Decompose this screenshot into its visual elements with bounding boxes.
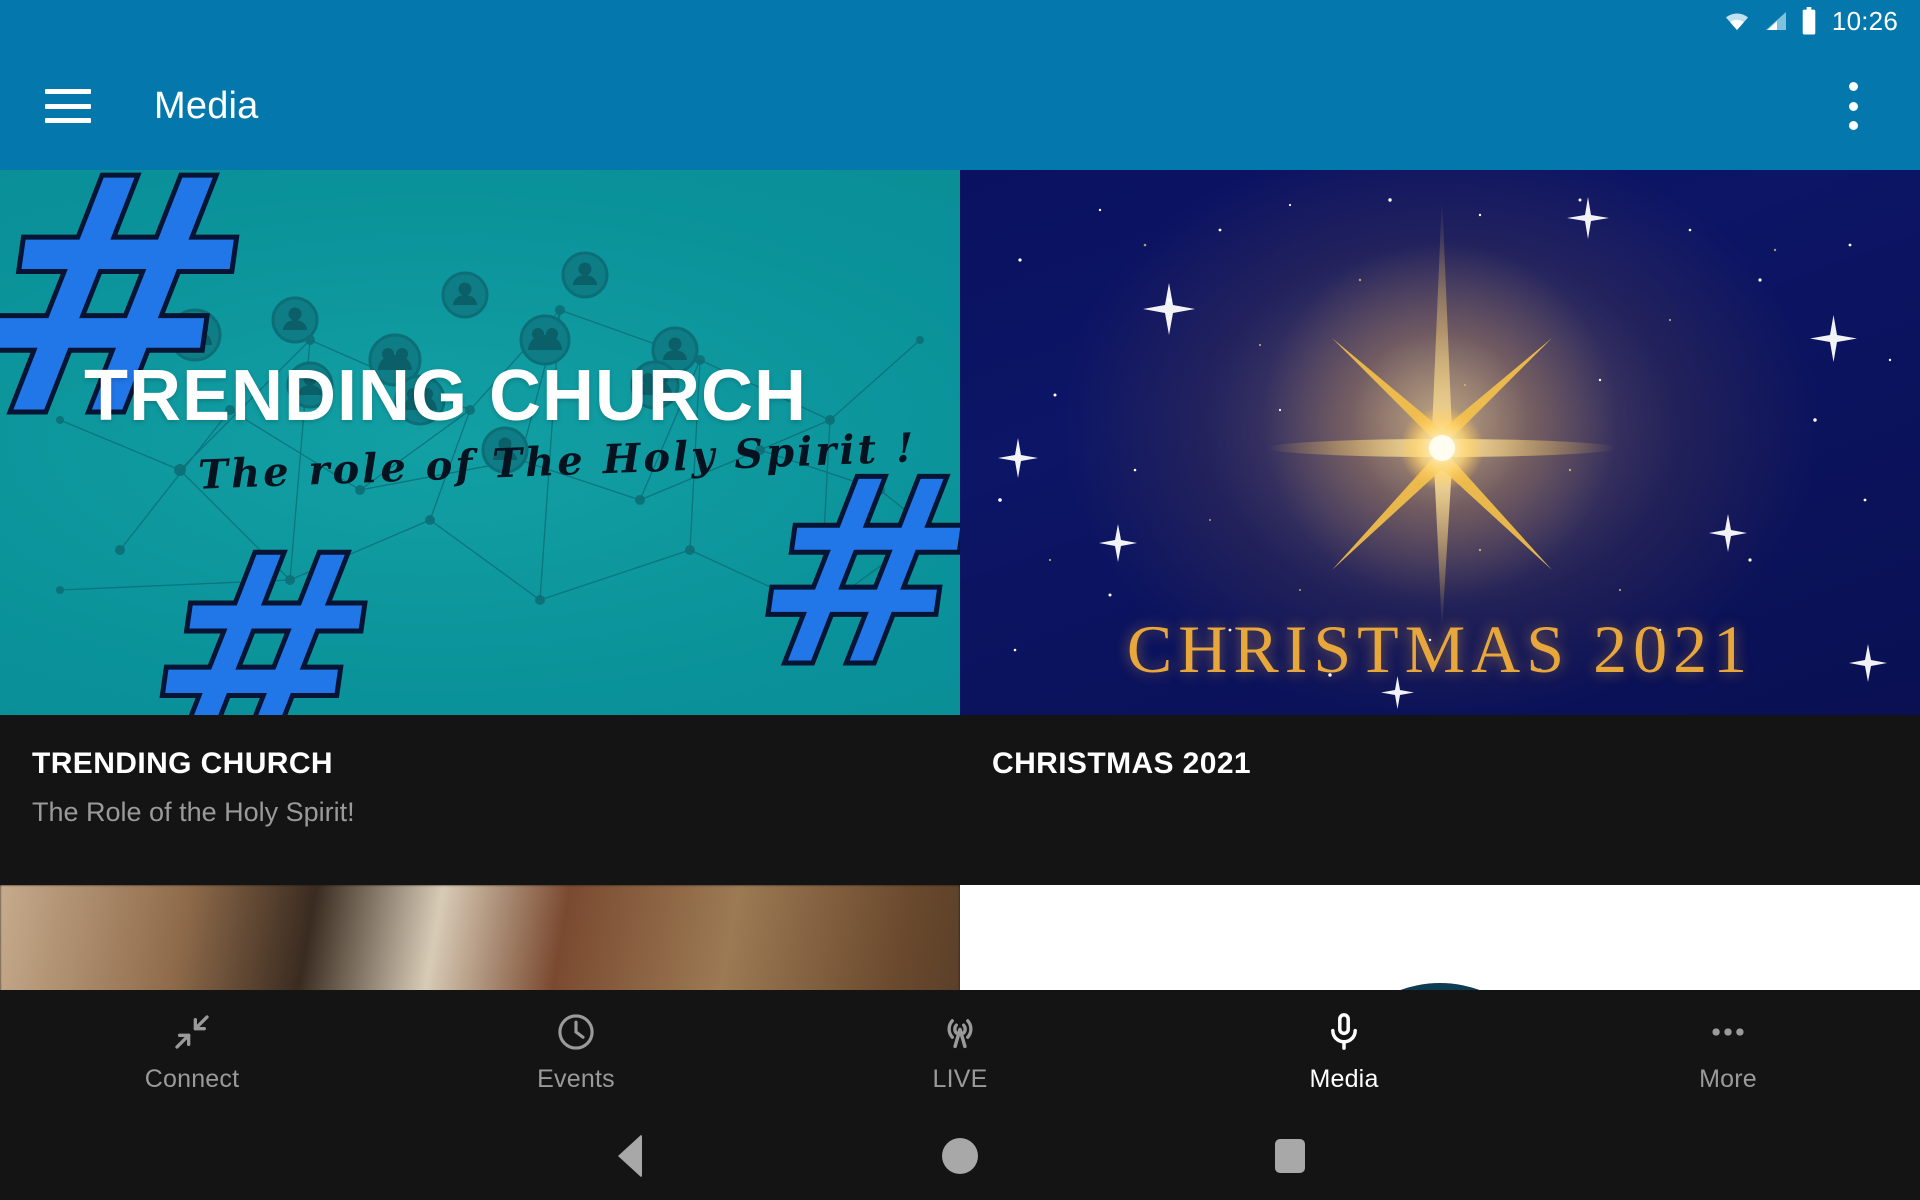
android-system-nav	[0, 1112, 1920, 1200]
cellular-signal-icon	[1762, 9, 1790, 33]
christmas-star-artwork-icon: CHRISTMAS 2021	[960, 170, 1920, 715]
media-thumbnail[interactable]: # # # TRENDING CHURCH The role of The Ho…	[0, 170, 960, 715]
media-card-meta: TRENDING CHURCH The Role of the Holy Spi…	[0, 715, 960, 885]
bottom-navigation: Connect Events LIVE Media More	[0, 990, 1920, 1112]
status-bar: 10:26	[0, 0, 1920, 42]
hashtag-glyph: #	[125, 493, 401, 716]
nav-label: Media	[1309, 1064, 1379, 1093]
media-card-partial-left[interactable]	[0, 885, 960, 990]
media-row: # # # TRENDING CHURCH The role of The Ho…	[0, 170, 1920, 885]
microphone-icon	[1321, 1009, 1367, 1055]
media-thumbnail[interactable]: CHRISTMAS 2021	[960, 170, 1920, 715]
media-card-subtitle: The Role of the Holy Spirit!	[32, 797, 355, 827]
nav-item-live[interactable]: LIVE	[768, 1009, 1152, 1094]
broadcast-tower-icon	[937, 1009, 983, 1055]
media-card-trending-church[interactable]: # # # TRENDING CHURCH The role of The Ho…	[0, 170, 960, 885]
home-circle-icon[interactable]	[930, 1126, 990, 1186]
media-grid[interactable]: # # # TRENDING CHURCH The role of The Ho…	[0, 170, 1920, 990]
nav-item-media[interactable]: Media	[1152, 1009, 1536, 1094]
nav-item-connect[interactable]: Connect	[0, 1009, 384, 1094]
trending-church-artwork-icon: # # # TRENDING CHURCH The role of The Ho…	[0, 170, 960, 715]
artwork-headline: TRENDING CHURCH	[84, 356, 807, 436]
back-triangle-icon[interactable]	[600, 1126, 660, 1186]
media-row	[0, 885, 1920, 990]
media-card-partial-right[interactable]	[960, 885, 1920, 990]
sepia-photo-artwork-icon	[0, 885, 960, 990]
nav-item-more[interactable]: More	[1536, 1009, 1920, 1094]
artwork-headline: CHRISTMAS 2021	[1126, 611, 1754, 687]
nav-item-events[interactable]: Events	[384, 1009, 768, 1094]
overflow-menu-icon[interactable]	[1833, 82, 1873, 130]
nav-label: Connect	[144, 1064, 240, 1093]
hamburger-menu-icon[interactable]	[45, 89, 91, 123]
connect-arrows-icon	[169, 1009, 215, 1055]
arch-logo-artwork-icon	[960, 885, 1920, 990]
media-thumbnail[interactable]	[0, 885, 960, 990]
app-bar: Media	[0, 42, 1920, 170]
media-thumbnail[interactable]	[960, 885, 1920, 990]
recents-square-icon[interactable]	[1260, 1126, 1320, 1186]
status-time: 10:26	[1831, 5, 1898, 36]
hashtag-glyph: #	[732, 421, 960, 716]
more-dots-icon	[1705, 1009, 1751, 1055]
media-card-title: CHRISTMAS 2021	[992, 747, 1252, 780]
nav-label: LIVE	[932, 1064, 988, 1093]
clock-icon	[553, 1009, 599, 1055]
bethlehem-star-icon	[1267, 195, 1617, 630]
media-card-christmas-2021[interactable]: CHRISTMAS 2021 CHRISTMAS 2021	[960, 170, 1920, 885]
nav-label: More	[1699, 1064, 1757, 1093]
wifi-icon	[1722, 9, 1752, 33]
media-card-meta: CHRISTMAS 2021	[960, 715, 1920, 885]
battery-icon	[1800, 7, 1818, 35]
arch-outer-shape	[1325, 983, 1555, 990]
page-title: Media	[154, 84, 259, 127]
nav-label: Events	[537, 1064, 615, 1093]
media-card-title: TRENDING CHURCH	[32, 747, 333, 780]
